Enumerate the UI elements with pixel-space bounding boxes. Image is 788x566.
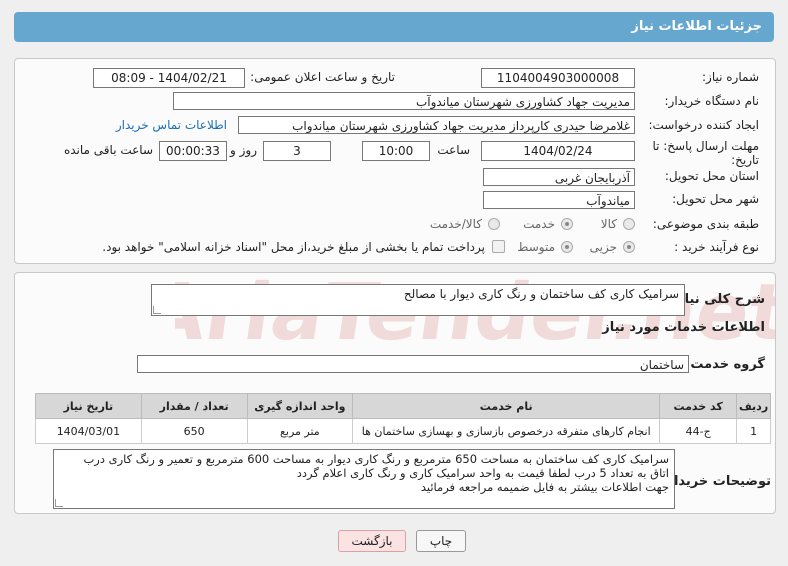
remaining-label: ساعت باقی مانده (63, 143, 153, 157)
process-option-medium: متوسط (517, 240, 555, 254)
category-option-service: خدمت (523, 217, 555, 231)
services-section-title: اطلاعات خدمات مورد نیاز (602, 320, 765, 335)
payment-note: پرداخت تمام یا بخشی از مبلغ خرید،از محل … (102, 240, 485, 254)
process-option-minor: جزیی (589, 240, 617, 254)
col-unit: واحد اندازه گیری (246, 393, 354, 419)
summary-label: شرح کلی نیاز: (671, 292, 765, 307)
back-button[interactable]: بازگشت (338, 530, 406, 552)
cell-code: ج-44 (659, 418, 738, 444)
summary-text: سرامیک کاری کف ساختمان و رنگ کاری دیوار … (403, 287, 679, 301)
col-name: نام خدمت (352, 393, 661, 419)
deadline-time-label: ساعت (437, 143, 470, 157)
col-date: تاریخ نیاز (35, 393, 142, 419)
resize-grip-icon[interactable] (153, 306, 161, 314)
announce-label: تاریخ و ساعت اعلان عمومی: (250, 70, 395, 84)
province-label: استان محل تحویل: (664, 169, 759, 183)
cell-index: 1 (736, 418, 771, 444)
cell-date: 1404/03/01 (35, 418, 142, 444)
buyer-notes-field: سرامیک کاری کف ساختمان به مساحت 650 مترم… (53, 449, 675, 509)
announce-field: 1404/02/21 - 08:09 (93, 68, 245, 88)
col-code: کد خدمت (659, 393, 738, 419)
requester-label: ایجاد کننده درخواست: (648, 118, 759, 132)
deadline-label-line1: مهلت ارسال پاسخ: تا (652, 139, 759, 153)
days-field: 3 (263, 141, 331, 161)
category-radio-service[interactable] (561, 218, 573, 230)
print-button[interactable]: چاپ (416, 530, 466, 552)
buyer-org-label: نام دستگاه خریدار: (664, 94, 760, 108)
buyer-notes-line-2: اتاق به تعداد 5 درب لطفا قیمت به واحد سر… (296, 466, 669, 480)
cell-unit: متر مربع (246, 418, 354, 444)
service-group-label: گروه خدمت: (685, 357, 765, 372)
service-group-field: ساختمان (137, 355, 689, 373)
table-header-row: ردیف کد خدمت نام خدمت واحد اندازه گیری ت… (35, 393, 771, 419)
process-radio-minor[interactable] (623, 241, 635, 253)
buyer-notes-line-1: سرامیک کاری کف ساختمان به مساحت 650 مترم… (83, 452, 669, 466)
requester-field: غلامرضا حیدری کارپرداز مدیریت جهاد کشاور… (238, 116, 635, 134)
category-option-goods: کالا (600, 217, 617, 231)
need-number-field: 1104004903000008 (481, 68, 635, 88)
category-label: طبقه بندی موضوعی: (652, 217, 759, 231)
col-qty: تعداد / مقدار (140, 393, 248, 419)
cell-name: انجام کارهای متفرقه درخصوص بازسازی و بهس… (352, 418, 661, 444)
need-number-label: شماره نیاز: (702, 70, 759, 84)
cell-qty: 650 (140, 418, 248, 444)
buyer-contact-link[interactable]: اطلاعات تماس خریدار (116, 118, 227, 132)
page-title: جزئیات اطلاعات نیاز (631, 19, 762, 34)
days-label: روز و (230, 143, 257, 157)
deadline-date-field: 1404/02/24 (481, 141, 635, 161)
process-radio-medium[interactable] (561, 241, 573, 253)
process-label: نوع فرآیند خرید : (674, 240, 759, 254)
summary-field: سرامیک کاری کف ساختمان و رنگ کاری دیوار … (151, 284, 685, 316)
remaining-field: 00:00:33 (159, 141, 227, 161)
resize-grip-icon[interactable] (55, 499, 63, 507)
province-field: آذربایجان غربی (483, 168, 635, 186)
buyer-org-field: مدیریت جهاد کشاورزی شهرستان میاندوآب (173, 92, 635, 110)
category-option-goods-service: کالا/خدمت (429, 217, 482, 231)
category-radio-goods-service[interactable] (488, 218, 500, 230)
need-info-panel: شماره نیاز: 1104004903000008 تاریخ و ساع… (14, 58, 776, 264)
treasury-checkbox[interactable] (492, 240, 505, 253)
page-header: جزئیات اطلاعات نیاز (14, 12, 774, 42)
city-field: میاندوآب (483, 191, 635, 209)
category-radio-goods[interactable] (623, 218, 635, 230)
table-row: 1 ج-44 انجام کارهای متفرقه درخصوص بازساز… (35, 418, 771, 444)
deadline-label-line2: تاریخ: (731, 153, 759, 167)
services-panel: AriaTender.net شرح کلی نیاز: سرامیک کاری… (14, 267, 776, 514)
buyer-notes-line-3: جهت اطلاعات بیشتر به فایل ضمیمه مراجعه ف… (420, 480, 669, 494)
services-table: ردیف کد خدمت نام خدمت واحد اندازه گیری ت… (35, 393, 771, 444)
col-index: ردیف (736, 393, 771, 419)
buyer-notes-label: توضیحات خریدار: (661, 474, 771, 489)
deadline-time-field: 10:00 (362, 141, 430, 161)
city-label: شهر محل تحویل: (672, 192, 759, 206)
